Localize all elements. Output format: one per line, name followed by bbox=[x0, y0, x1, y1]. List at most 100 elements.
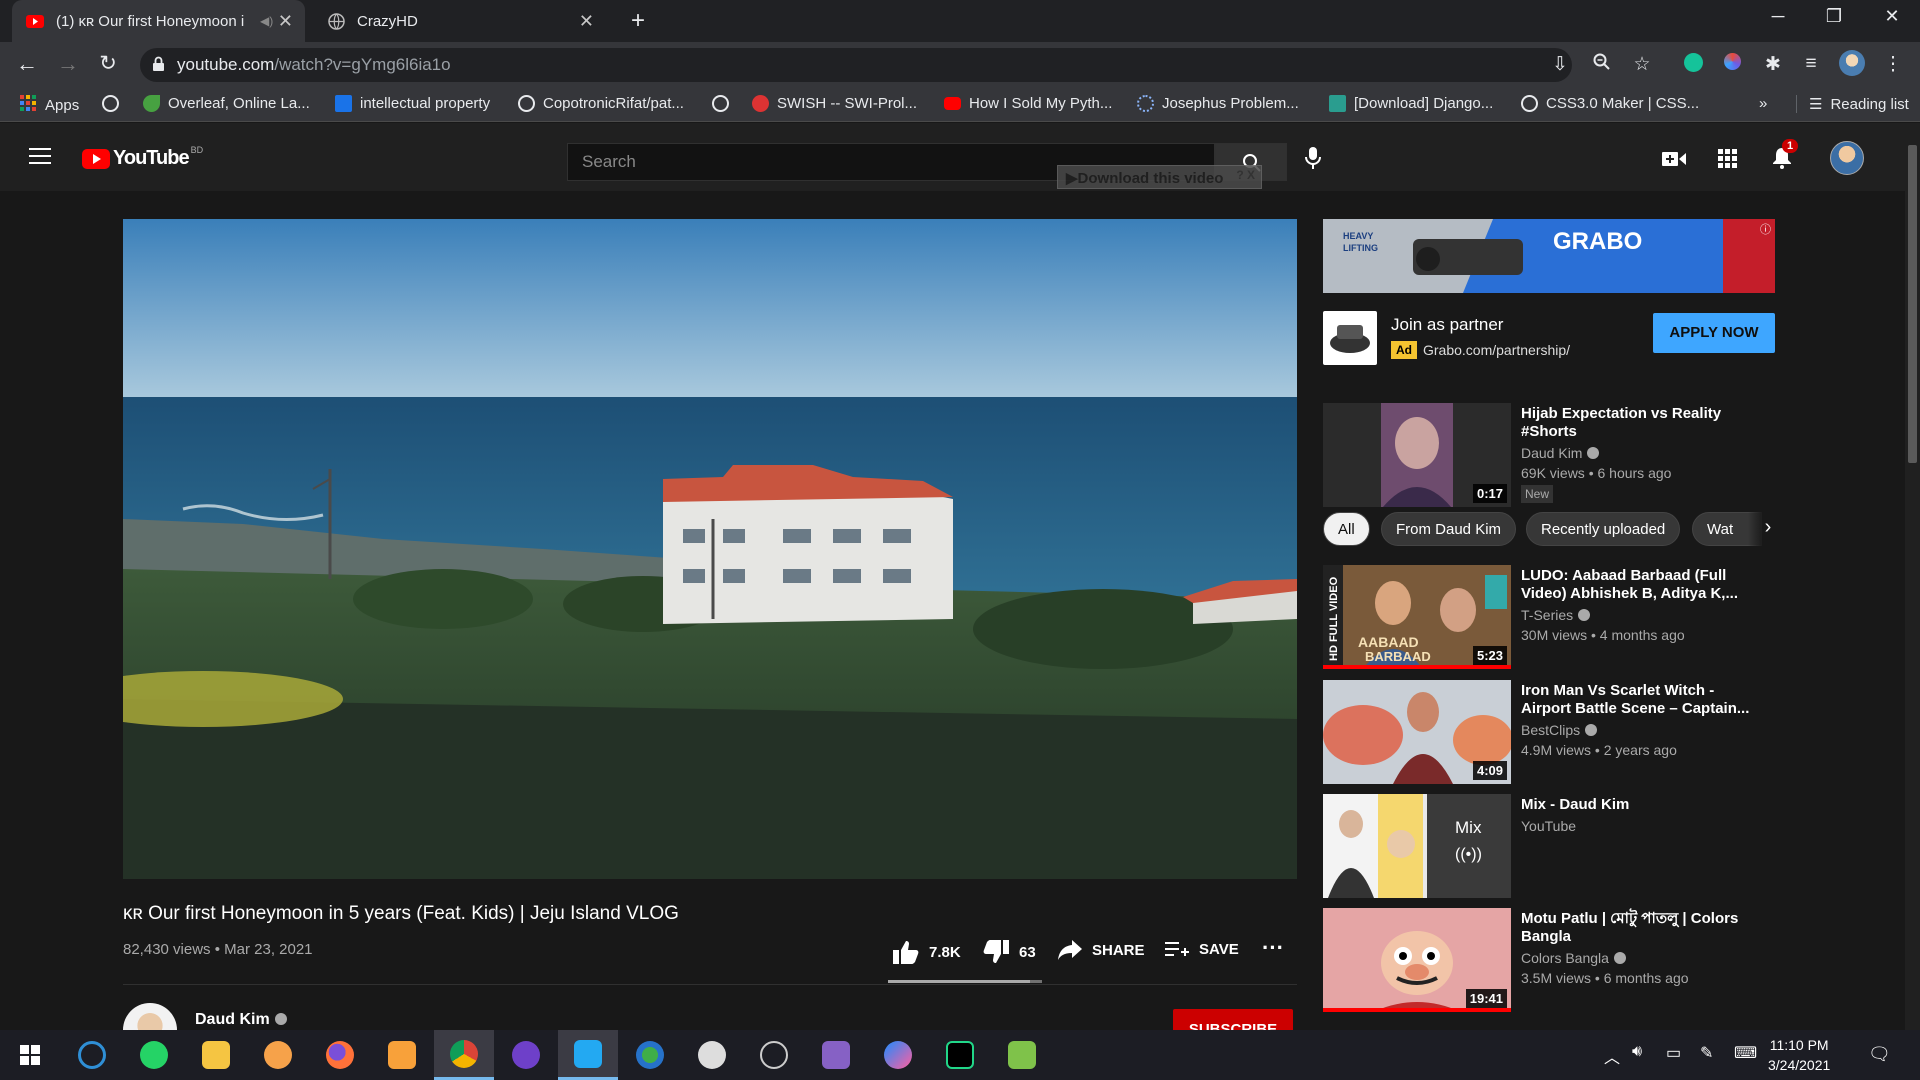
taskbar-app-firefox[interactable] bbox=[310, 1030, 370, 1080]
network-icon[interactable]: ▭ bbox=[1666, 1043, 1681, 1063]
bookmark-css-maker[interactable]: CSS3.0 Maker | CSS... bbox=[1521, 95, 1699, 112]
like-button[interactable]: 7.8K bbox=[893, 940, 961, 964]
pen-icon[interactable]: ✎ bbox=[1700, 1043, 1713, 1063]
video-player[interactable] bbox=[123, 219, 1297, 879]
taskbar-app-file-explorer[interactable] bbox=[186, 1030, 246, 1080]
bookmark-globe-2[interactable] bbox=[712, 95, 737, 112]
media-control-icon[interactable]: ≡ bbox=[1797, 53, 1825, 75]
overlay-close-icon[interactable]: ? X bbox=[1236, 168, 1255, 182]
back-button[interactable]: ← bbox=[12, 51, 42, 77]
recommended-channel: YouTube bbox=[1521, 818, 1577, 834]
chip-from-daud-kim[interactable]: From Daud Kim bbox=[1381, 512, 1517, 546]
bookmarks-overflow-button[interactable]: » bbox=[1759, 95, 1767, 112]
bookmark-github[interactable]: CopotronicRifat/pat... bbox=[518, 95, 684, 112]
bookmark-django[interactable]: [Download] Django... bbox=[1329, 95, 1493, 112]
close-window-button[interactable]: ✕ bbox=[1872, 6, 1912, 27]
tab-label: (1) ĸʀ Our first Honeymoon i bbox=[56, 12, 245, 30]
taskbar-app-notepad[interactable] bbox=[992, 1030, 1052, 1080]
volume-icon[interactable]: 🔊︎ bbox=[1632, 1043, 1642, 1061]
taskbar-app-brave[interactable] bbox=[248, 1030, 308, 1080]
bookmark-josephus[interactable]: Josephus Problem... bbox=[1137, 95, 1299, 112]
save-button[interactable]: SAVE bbox=[1165, 940, 1239, 958]
zoom-icon[interactable] bbox=[1588, 53, 1616, 77]
close-tab-icon[interactable]: ✕ bbox=[278, 11, 293, 32]
recommended-mix[interactable]: Mix ((•)) Mix - Daud Kim YouTube bbox=[1323, 794, 1775, 898]
maximize-button[interactable]: ❐ bbox=[1814, 6, 1854, 27]
dislike-button[interactable]: 63 bbox=[983, 940, 1036, 964]
address-bar[interactable]: youtube.com/watch?v=gYmg6l6ia1o bbox=[140, 48, 1572, 82]
taskbar-app-store[interactable] bbox=[372, 1030, 432, 1080]
download-video-overlay[interactable]: ▶Download this video? X bbox=[1057, 165, 1262, 189]
taskbar-app-brain[interactable] bbox=[682, 1030, 742, 1080]
taskbar-app-pycharm[interactable] bbox=[930, 1030, 990, 1080]
ad-info-icon[interactable]: ⓘ bbox=[1760, 221, 1771, 237]
ad-banner[interactable]: HEAVY LIFTING GRABO ⓘ bbox=[1323, 219, 1775, 293]
keyboard-icon[interactable]: ⌨ bbox=[1734, 1043, 1757, 1063]
minimize-button[interactable]: ─ bbox=[1758, 6, 1798, 27]
chip-all[interactable]: All bbox=[1323, 512, 1370, 546]
system-clock[interactable]: 11:10 PM 3/24/2021 bbox=[1768, 1035, 1830, 1075]
chip-recently-uploaded[interactable]: Recently uploaded bbox=[1526, 512, 1681, 546]
tab-mute-icon[interactable]: ◀) bbox=[260, 14, 273, 28]
create-video-icon[interactable] bbox=[1662, 151, 1686, 172]
grammarly-icon[interactable] bbox=[1679, 53, 1707, 78]
notifications-bell-icon[interactable]: 1 bbox=[1772, 139, 1799, 174]
taskbar-app-whatsapp[interactable] bbox=[124, 1030, 184, 1080]
share-button[interactable]: SHARE bbox=[1058, 940, 1145, 960]
video-title: ĸʀ Our first Honeymoon in 5 years (Feat.… bbox=[123, 903, 679, 924]
taskbar-app-github-desktop[interactable] bbox=[496, 1030, 556, 1080]
recommended-video[interactable]: 0:17 Hijab Expectation vs Reality #Short… bbox=[1323, 403, 1775, 507]
recommended-video[interactable]: 4:09 Iron Man Vs Scarlet Witch - Airport… bbox=[1323, 680, 1775, 784]
extensions-puzzle-icon[interactable]: ✱ bbox=[1759, 53, 1787, 76]
new-tab-button[interactable]: + bbox=[618, 7, 658, 35]
chips-next-chevron-icon[interactable]: › bbox=[1748, 508, 1788, 548]
reload-button[interactable]: ↻ bbox=[93, 51, 123, 76]
taskbar-app-search[interactable] bbox=[62, 1030, 122, 1080]
taskbar-app-satellite[interactable] bbox=[744, 1030, 804, 1080]
more-actions-icon[interactable]: ··· bbox=[1262, 935, 1284, 961]
channel-name[interactable]: Daud Kim bbox=[195, 1011, 287, 1029]
bookmark-star-icon[interactable]: ☆ bbox=[1628, 53, 1656, 76]
tab-crazyhd[interactable]: CrazyHD ✕ bbox=[313, 0, 606, 42]
taskbar-app-globe[interactable] bbox=[620, 1030, 680, 1080]
install-icon[interactable]: ⇩ bbox=[1546, 53, 1574, 76]
menu-kebab-icon[interactable]: ⋮ bbox=[1879, 53, 1907, 76]
show-hidden-icons-chevron-icon[interactable]: ︿ bbox=[1604, 1044, 1620, 1068]
profile-avatar[interactable] bbox=[1838, 50, 1866, 82]
video-thumbnail: 19:41 bbox=[1323, 908, 1511, 1012]
watched-progress-bar bbox=[1323, 665, 1511, 669]
hamburger-menu-icon[interactable] bbox=[29, 147, 51, 170]
bookmark-intellectual-property[interactable]: intellectual property bbox=[335, 95, 490, 112]
scrollbar-thumb[interactable] bbox=[1908, 145, 1917, 463]
account-avatar[interactable] bbox=[1830, 141, 1864, 175]
bookmark-globe[interactable] bbox=[102, 95, 127, 112]
tab-youtube[interactable]: (1) ĸʀ Our first Honeymoon i ◀) ✕ bbox=[12, 0, 305, 42]
taskbar-app-messenger[interactable] bbox=[868, 1030, 928, 1080]
windows-start-button[interactable] bbox=[0, 1030, 60, 1080]
reading-list-button[interactable]: ☰ Reading list bbox=[1796, 95, 1909, 113]
bookmarks-bar: Apps Overleaf, Online La... intellectual… bbox=[0, 88, 1920, 122]
page-scrollbar[interactable] bbox=[1905, 123, 1920, 1030]
ad-card[interactable]: Join as partner Ad Grabo.com/partnership… bbox=[1323, 311, 1775, 366]
taskbar-app-chrome[interactable] bbox=[434, 1030, 494, 1080]
close-tab-icon[interactable]: ✕ bbox=[579, 11, 594, 32]
taskbar-app-visual-studio[interactable] bbox=[806, 1030, 866, 1080]
bookmark-swish[interactable]: SWISH -- SWI-Prol... bbox=[752, 95, 917, 112]
channel-avatar[interactable] bbox=[123, 1003, 177, 1030]
recommended-video[interactable]: 19:41 Motu Patlu | মোটু পাতলু | Colors B… bbox=[1323, 908, 1775, 1012]
bookmark-overleaf[interactable]: Overleaf, Online La... bbox=[143, 95, 310, 112]
subscribe-button[interactable]: SUBSCRIBE bbox=[1173, 1009, 1293, 1030]
forward-button[interactable]: → bbox=[53, 51, 83, 77]
recommended-title: Hijab Expectation vs Reality #Shorts bbox=[1521, 405, 1722, 440]
bookmark-apps[interactable]: Apps bbox=[20, 95, 79, 115]
youtube-logo[interactable]: YouTube BD bbox=[82, 145, 203, 170]
bookmark-youtube[interactable]: How I Sold My Pyth... bbox=[944, 95, 1112, 112]
action-center-icon[interactable]: 🗨︎ bbox=[1868, 1044, 1891, 1065]
video-thumbnail: AABAAD BARBAAD HD FULL VIDEO 5:23 bbox=[1323, 565, 1511, 669]
extension-colorful-icon[interactable] bbox=[1718, 53, 1746, 76]
recommended-video[interactable]: AABAAD BARBAAD HD FULL VIDEO 5:23 LUDO: Aa… bbox=[1323, 565, 1775, 669]
apply-now-button[interactable]: APPLY NOW bbox=[1653, 313, 1775, 353]
taskbar-app-vscode[interactable] bbox=[558, 1030, 618, 1080]
apps-grid-icon[interactable] bbox=[1718, 149, 1737, 173]
voice-search-microphone-icon[interactable] bbox=[1305, 147, 1321, 174]
